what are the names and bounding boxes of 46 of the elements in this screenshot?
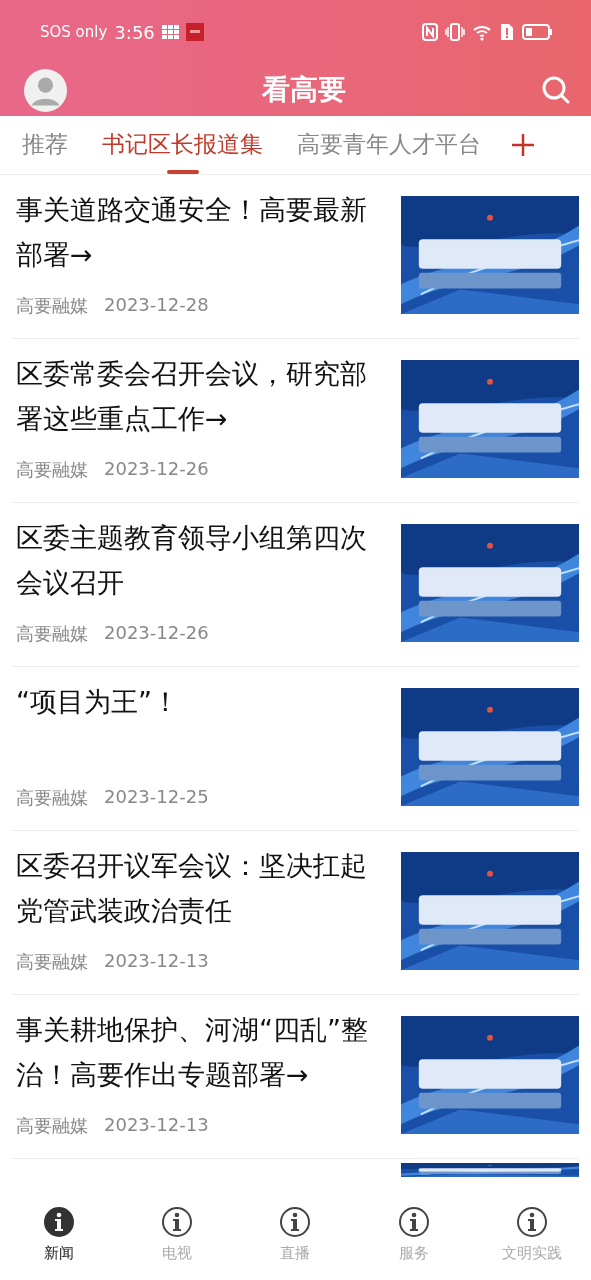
info-icon [43,1205,76,1238]
grid-icon [161,25,179,39]
avatar-icon[interactable] [24,68,67,112]
article-date: 2023-12-26 [104,622,209,645]
channel-tab[interactable]: 高要青年人才平台 [297,117,481,174]
channel-tab[interactable]: 书记区长报道集 [102,117,263,174]
carrier-text: SOS only [40,23,108,41]
sim-card-icon [499,23,515,41]
article-date: 2023-12-26 [104,458,209,481]
battery-icon [522,23,553,41]
search-icon[interactable] [541,75,571,105]
news-item[interactable]: 区委召开议军会议：坚决扛起党管武装政治责任 高要融媒 2023-12-13 [12,831,579,995]
info-icon [161,1205,194,1238]
wifi-icon [472,23,492,41]
article-source: 高要融媒 [16,786,88,810]
article-source: 高要融媒 [16,458,88,482]
article-title: 区委常委会召开会议，研究部署这些重点工作→ [16,357,368,436]
article-date: 2023-12-13 [104,1114,209,1137]
news-item[interactable]: “项目为王”！ 高要融媒 2023-12-25 [12,667,579,831]
article-title: 事关道路交通安全！高要最新部署→ [16,193,368,272]
nfc-icon [422,23,438,41]
news-item[interactable]: 事关道路交通安全！高要最新部署→ 高要融媒 2023-12-28 [12,175,579,339]
vibrate-icon [445,23,465,41]
article-date: 2023-12-25 [104,786,209,809]
status-time: 3:56 [114,21,155,43]
article-title: 区委主题教育领导小组第四次会议召开 [16,521,368,600]
info-icon [397,1205,430,1238]
info-icon [515,1205,548,1238]
article-title: “项目为王”！ [16,685,180,719]
article-source: 高要融媒 [16,294,88,318]
article-source: 高要融媒 [16,950,88,974]
app-notification-icon [185,23,204,41]
article-date: 2023-12-28 [104,294,209,317]
news-item[interactable]: 区委常委会召开会议，研究部署这些重点工作→ 高要融媒 2023-12-26 [12,339,579,503]
article-source: 高要融媒 [16,622,88,646]
article-source: 高要融媒 [16,1114,88,1138]
add-channel-icon[interactable] [511,133,535,157]
article-title: 区委召开议军会议：坚决扛起党管武装政治责任 [16,849,368,928]
news-item[interactable]: 区委主题教育领导小组第四次会议召开 高要融媒 2023-12-26 [12,503,579,667]
info-icon [279,1205,312,1238]
article-title: 事关耕地保护、河湖“四乱”整治！高要作出专题部署→ [16,1013,369,1092]
app-title: 看高要 [262,72,346,108]
nav-tab[interactable]: 新闻 [14,1205,105,1263]
news-item[interactable]: 事关耕地保护、河湖“四乱”整治！高要作出专题部署→ 高要融媒 2023-12-13 [12,995,579,1159]
channel-tab[interactable]: 推荐 [22,117,68,174]
article-date: 2023-12-13 [104,950,209,973]
